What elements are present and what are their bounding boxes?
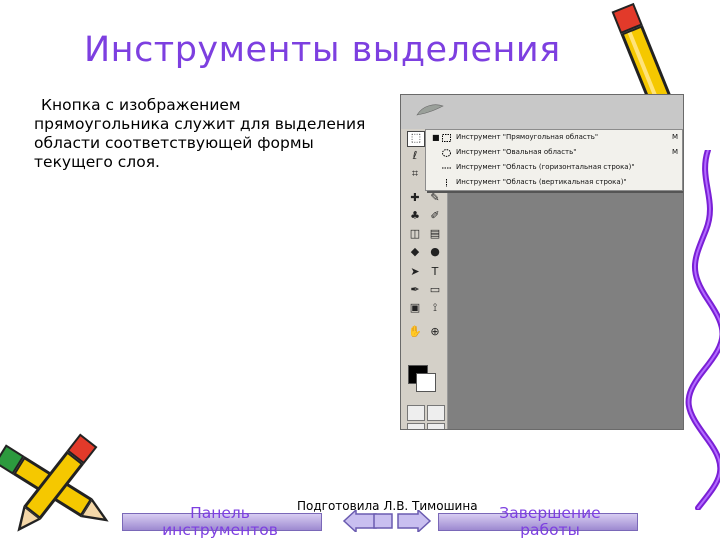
home-button[interactable]: [372, 510, 394, 532]
nav-link-toolbar[interactable]: Панель инструментов: [150, 505, 290, 539]
clone-stamp-icon[interactable]: ♣: [407, 209, 423, 223]
screen-mode-icon[interactable]: [407, 423, 425, 429]
slide-body: Кнопка с изображением прямоугольника слу…: [34, 96, 366, 171]
lasso-tool-icon[interactable]: ℓ: [407, 149, 423, 163]
toolbox-header: [401, 95, 683, 129]
menu-item-ellipse-marquee[interactable]: Инструмент "Овальная область" M: [426, 145, 682, 160]
quickmask-mode-icon[interactable]: [427, 405, 445, 421]
pen-tool-icon[interactable]: ✒: [407, 283, 423, 297]
zoom-tool-icon[interactable]: ⊕: [427, 325, 443, 339]
menu-item-column-marquee[interactable]: Инструмент "Область (вертикальная строка…: [426, 175, 682, 190]
fullscreen-mode-icon[interactable]: [427, 423, 445, 429]
slide-title: Инструменты выделения: [84, 30, 561, 70]
author-credit: Подготовила Л.В. Тимошина: [297, 499, 478, 513]
slide-body-text: Кнопка с изображением прямоугольника слу…: [34, 96, 379, 172]
row-marquee-icon: [442, 163, 451, 171]
dodge-tool-icon[interactable]: ●: [427, 245, 443, 259]
shape-tool-icon[interactable]: ▭: [427, 283, 443, 297]
hand-tool-icon[interactable]: ✋: [407, 325, 423, 339]
eraser-icon[interactable]: ◫: [407, 227, 423, 241]
marquee-flyout-menu: ■ Инструмент "Прямоугольная область" M Инст…: [425, 129, 683, 191]
background-color-swatch[interactable]: [416, 373, 436, 392]
gradient-tool-icon[interactable]: ▤: [427, 227, 443, 241]
pencils-clipart-bottom: [0, 433, 109, 532]
menu-item-label: Инструмент "Прямоугольная область": [456, 133, 599, 141]
menu-item-shortcut: M: [672, 133, 679, 141]
menu-item-label: Инструмент "Овальная область": [456, 148, 577, 156]
marquee-tool-icon[interactable]: ⬚: [407, 131, 425, 147]
rect-marquee-icon: [442, 133, 451, 142]
feather-icon: [416, 104, 444, 116]
blur-tool-icon[interactable]: ◆: [407, 245, 423, 259]
healing-brush-icon[interactable]: ✚: [407, 191, 423, 205]
brush-tool-icon[interactable]: ✎: [427, 191, 443, 205]
path-selection-icon[interactable]: ➤: [407, 265, 423, 279]
column-marquee-icon: [442, 178, 451, 187]
menu-item-rect-marquee[interactable]: ■ Инструмент "Прямоугольная область" M: [426, 130, 682, 145]
notes-tool-icon[interactable]: ▣: [407, 301, 423, 315]
menu-item-row-marquee[interactable]: Инструмент "Область (горизонтальная стро…: [426, 160, 682, 175]
photoshop-screenshot: ⬚✥ℓ✶⌗⟋✚✎♣✐◫▤◆●➤T✒▭▣⟟✋⊕ ■Инструмент "Прям…: [400, 94, 684, 430]
type-tool-icon[interactable]: T: [427, 265, 443, 279]
eyedropper-icon[interactable]: ⟟: [427, 301, 443, 315]
menu-item-label: Инструмент "Область (горизонтальная стро…: [456, 163, 635, 171]
history-brush-icon[interactable]: ✐: [427, 209, 443, 223]
ellipse-marquee-icon: [442, 148, 451, 157]
crop-tool-icon[interactable]: ⌗: [407, 167, 423, 181]
next-arrow-button[interactable]: [396, 510, 432, 532]
nav-link-finish[interactable]: Завершение работы: [480, 505, 620, 539]
selected-mark-icon: ■: [432, 133, 440, 142]
menu-item-label: Инструмент "Область (вертикальная строка…: [456, 178, 627, 186]
menu-item-shortcut: M: [672, 148, 679, 156]
standard-mode-icon[interactable]: [407, 405, 425, 421]
